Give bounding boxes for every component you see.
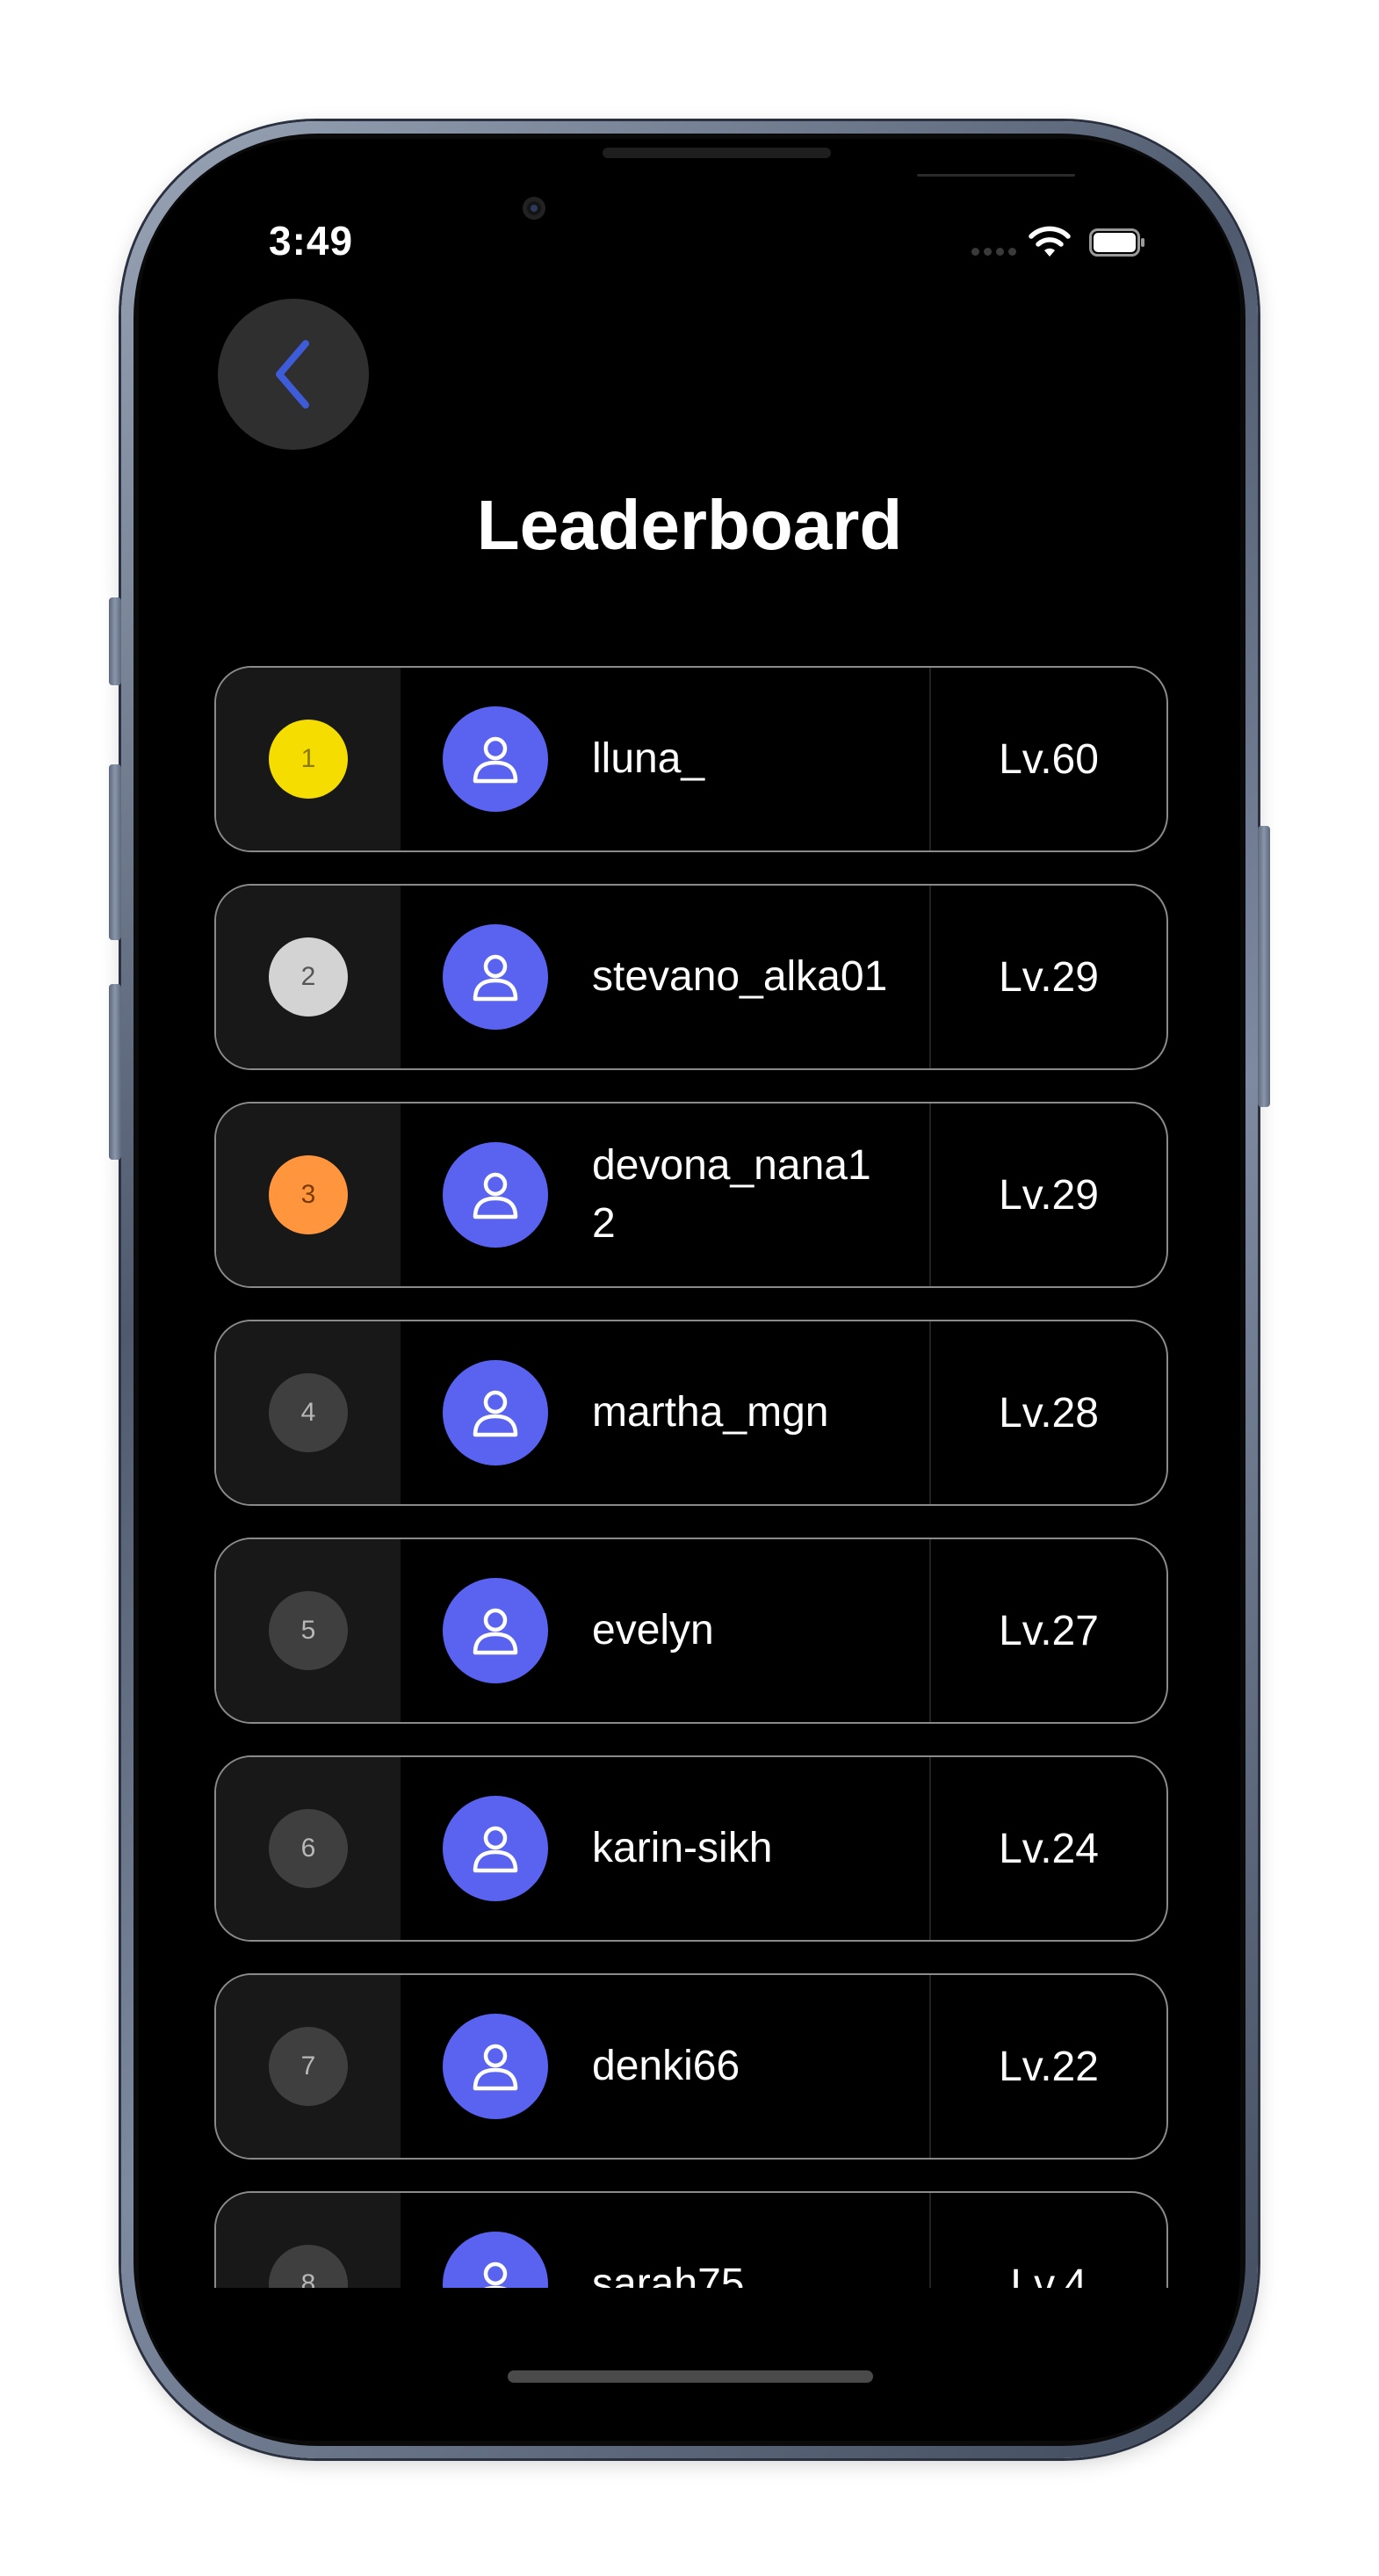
level: Lv.29 bbox=[999, 953, 1099, 1001]
username: devona_nana12 bbox=[592, 1142, 871, 1247]
user-icon bbox=[473, 1608, 518, 1655]
leaderboard-row[interactable]: 8 sarah75 Lv.4 bbox=[214, 2191, 1168, 2288]
home-indicator[interactable] bbox=[508, 2370, 873, 2383]
power-button bbox=[1258, 826, 1270, 1107]
user-icon bbox=[473, 1390, 518, 1437]
rank-badge: 2 bbox=[269, 937, 348, 1017]
speaker-grille bbox=[603, 148, 831, 158]
leaderboard-row[interactable]: 5 evelyn Lv.27 bbox=[214, 1538, 1168, 1724]
level: Lv.60 bbox=[999, 735, 1099, 783]
rank-cell: 1 bbox=[216, 668, 401, 850]
level: Lv.24 bbox=[999, 1825, 1099, 1872]
user-icon bbox=[473, 736, 518, 784]
avatar bbox=[443, 1578, 548, 1683]
level: Lv.28 bbox=[999, 1389, 1099, 1436]
leaderboard-row[interactable]: 4 martha_mgn Lv.28 bbox=[214, 1320, 1168, 1506]
rank-cell: 6 bbox=[216, 1757, 401, 1940]
page-title: Leaderboard bbox=[476, 486, 903, 564]
level: Lv.29 bbox=[999, 1171, 1099, 1219]
rank-badge: 4 bbox=[269, 1373, 348, 1452]
chevron-left-icon bbox=[276, 340, 309, 409]
user-icon bbox=[473, 2044, 518, 2091]
avatar bbox=[443, 1796, 548, 1901]
rank-badge: 6 bbox=[269, 1809, 348, 1888]
rank-cell: 3 bbox=[216, 1103, 401, 1286]
status-time: 3:49 bbox=[269, 218, 354, 264]
avatar bbox=[443, 2014, 548, 2119]
leaderboard-row[interactable]: 6 karin-sikh Lv.24 bbox=[214, 1755, 1168, 1942]
leaderboard-row[interactable]: 3 devona_nana12 Lv.29 bbox=[214, 1102, 1168, 1288]
leaderboard-list[interactable]: 1 lluna_ Lv.60 2 stevano_alka01 Lv.29 3 … bbox=[214, 666, 1168, 2288]
rank-badge: 1 bbox=[269, 720, 348, 799]
user-icon bbox=[473, 954, 518, 1002]
volume-down-button bbox=[109, 984, 121, 1160]
username: evelyn bbox=[592, 1607, 714, 1653]
avatar bbox=[443, 1360, 548, 1465]
rank-cell: 8 bbox=[216, 2193, 401, 2288]
screen: 3:49 Leaderboard 1 lluna_ Lv.60 2 stevan… bbox=[139, 139, 1240, 2441]
rank-badge: 3 bbox=[269, 1155, 348, 1234]
avatar bbox=[443, 2232, 548, 2288]
username: martha_mgn bbox=[592, 1389, 829, 1436]
user-icon bbox=[473, 1826, 518, 1873]
side-button bbox=[109, 597, 121, 685]
username: lluna_ bbox=[592, 735, 705, 782]
username: stevano_alka01 bbox=[592, 953, 888, 1000]
avatar bbox=[443, 924, 548, 1030]
volume-up-button bbox=[109, 764, 121, 940]
rank-badge: 5 bbox=[269, 1591, 348, 1670]
user-icon bbox=[483, 2261, 508, 2288]
battery-icon bbox=[1089, 228, 1144, 257]
rank-cell: 7 bbox=[216, 1975, 401, 2158]
leaderboard-row[interactable]: 2 stevano_alka01 Lv.29 bbox=[214, 884, 1168, 1070]
level: Lv.22 bbox=[999, 2043, 1099, 2090]
leaderboard-row[interactable]: 7 denki66 Lv.22 bbox=[214, 1973, 1168, 2160]
cellular-signal-icon bbox=[971, 248, 1016, 256]
avatar bbox=[443, 706, 548, 812]
level: Lv.27 bbox=[999, 1607, 1099, 1654]
sensor-line bbox=[917, 174, 1075, 177]
wifi-icon bbox=[1029, 226, 1071, 257]
rank-cell: 5 bbox=[216, 1539, 401, 1722]
username: karin-sikh bbox=[592, 1825, 773, 1871]
username: denki66 bbox=[592, 2043, 740, 2089]
leaderboard-row[interactable]: 1 lluna_ Lv.60 bbox=[214, 666, 1168, 852]
username: sarah75 bbox=[592, 2261, 745, 2288]
rank-badge: 8 bbox=[269, 2245, 348, 2288]
user-icon bbox=[473, 1172, 518, 1219]
avatar bbox=[443, 1142, 548, 1248]
rank-badge: 7 bbox=[269, 2027, 348, 2106]
rank-cell: 4 bbox=[216, 1321, 401, 1504]
back-button[interactable] bbox=[218, 299, 369, 450]
front-camera bbox=[523, 197, 545, 220]
level: Lv.4 bbox=[1010, 2261, 1087, 2289]
rank-cell: 2 bbox=[216, 886, 401, 1068]
